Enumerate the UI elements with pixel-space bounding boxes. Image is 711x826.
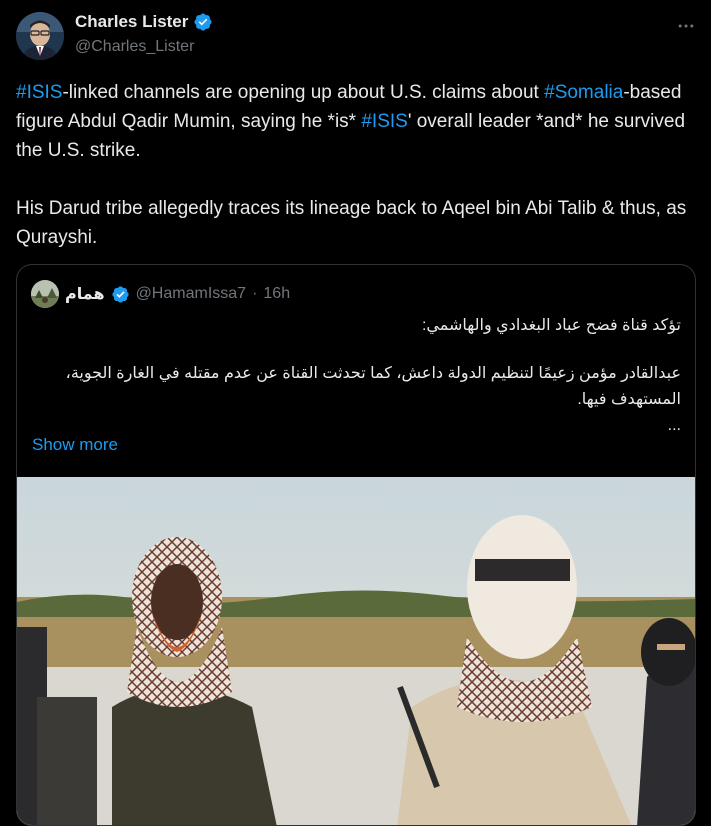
quoted-tweet-header: همام @HamamIssa7 · 16h [31, 280, 290, 308]
hashtag-link[interactable]: #Somalia [544, 82, 623, 103]
hashtag-link[interactable]: #ISIS [16, 82, 62, 103]
quoted-text-ellipsis: ... [667, 417, 681, 434]
tweet-paragraph-2: His Darud tribe allegedly traces its lin… [16, 198, 687, 248]
quoted-author-name[interactable]: همام [65, 284, 105, 304]
quoted-author-handle[interactable]: @HamamIssa7 [136, 285, 247, 303]
quoted-text-line-1: تؤكد قناة فضح عباد البغدادي والهاشمي: [421, 317, 681, 334]
quoted-timestamp[interactable]: 16h [263, 285, 290, 303]
tweet-paragraph-1: #ISIS-linked channels are opening up abo… [16, 78, 696, 165]
quoted-tweet-text: تؤكد قناة فضح عباد البغدادي والهاشمي: عب… [31, 313, 681, 439]
author-name-text[interactable]: Charles Lister [75, 12, 188, 32]
quoted-tweet-card[interactable]: همام @HamamIssa7 · 16h تؤكد قناة فضح عبا… [16, 264, 696, 826]
tweet-text: #ISIS-linked channels are opening up abo… [16, 78, 696, 252]
author-handle[interactable]: @Charles_Lister [75, 38, 194, 56]
more-options-button[interactable] [672, 12, 700, 40]
author-avatar[interactable] [16, 12, 64, 60]
verified-badge-icon [194, 13, 212, 31]
author-name[interactable]: Charles Lister [75, 12, 213, 32]
dot-separator: · [252, 285, 258, 302]
hashtag-link[interactable]: #ISIS [361, 111, 407, 132]
verified-badge-icon [111, 285, 129, 303]
show-more-link[interactable]: Show more [32, 435, 118, 455]
quoted-text-line-2: عبدالقادر مؤمن زعيمًا لتنظيم الدولة داعش… [65, 365, 681, 408]
quoted-author-avatar[interactable] [31, 280, 59, 308]
quoted-tweet-image[interactable] [17, 477, 695, 825]
more-horizontal-icon [678, 24, 694, 28]
tweet-text-segment: -linked channels are opening up about U.… [62, 82, 545, 103]
